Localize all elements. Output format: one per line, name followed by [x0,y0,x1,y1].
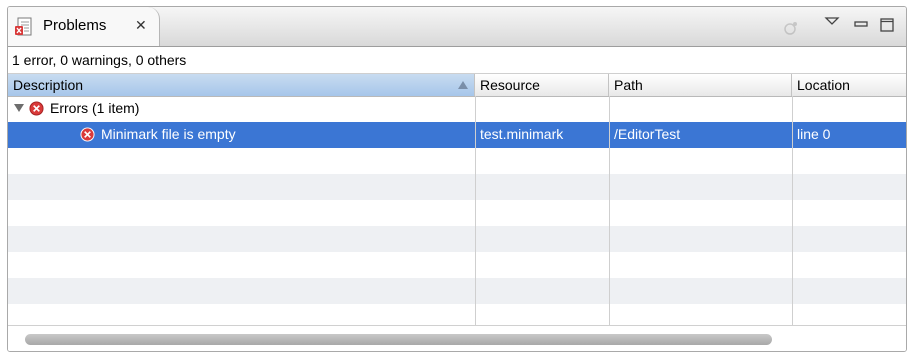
error-icon [80,127,95,142]
column-divider [609,96,610,325]
focus-icon [784,22,797,35]
problems-view: Problems ✕ 1 error, 0 warnings, 0 others… [7,6,907,352]
problems-summary: 1 error, 0 warnings, 0 others [8,47,906,74]
maximize-icon[interactable] [876,13,898,35]
column-header-resource[interactable]: Resource [475,74,609,96]
column-header-location[interactable]: Location [792,74,906,96]
horizontal-scrollbar[interactable] [8,325,906,351]
cell-resource: test.minimark [480,126,564,142]
column-header-label: Resource [480,77,540,93]
close-icon[interactable]: ✕ [135,17,147,34]
minimize-icon[interactable] [850,13,872,35]
problems-tab[interactable]: Problems ✕ [8,7,160,46]
column-header-label: Description [13,77,84,93]
column-header-label: Path [614,77,643,93]
table-row-group-errors[interactable]: Errors (1 item) [8,96,906,122]
summary-text: 1 error, 0 warnings, 0 others [12,52,187,68]
column-header-path[interactable]: Path [609,74,792,96]
column-divider [475,96,476,325]
group-label: Errors (1 item) [50,100,140,116]
column-header-label: Location [797,77,850,93]
cell-description: Minimark file is empty [101,126,236,142]
cell-location: line 0 [797,126,831,142]
sort-ascending-icon [458,81,468,89]
column-divider [792,96,793,325]
column-header-description[interactable]: Description [8,74,475,96]
empty-row [8,226,906,252]
tab-title: Problems [43,17,107,34]
empty-row [8,174,906,200]
problems-table: Description Resource Path Location Error… [8,74,906,325]
table-header: Description Resource Path Location [8,74,906,97]
cell-path: /EditorTest [614,126,681,142]
view-menu-icon[interactable] [821,13,843,35]
problems-view-icon [15,17,32,36]
table-row[interactable]: Minimark file is empty test.minimark /Ed… [8,122,906,148]
scrollbar-thumb[interactable] [25,334,772,345]
view-tab-bar: Problems ✕ [8,7,906,47]
error-icon [29,101,44,116]
empty-row [8,278,906,304]
expand-triangle-icon[interactable] [14,104,24,112]
